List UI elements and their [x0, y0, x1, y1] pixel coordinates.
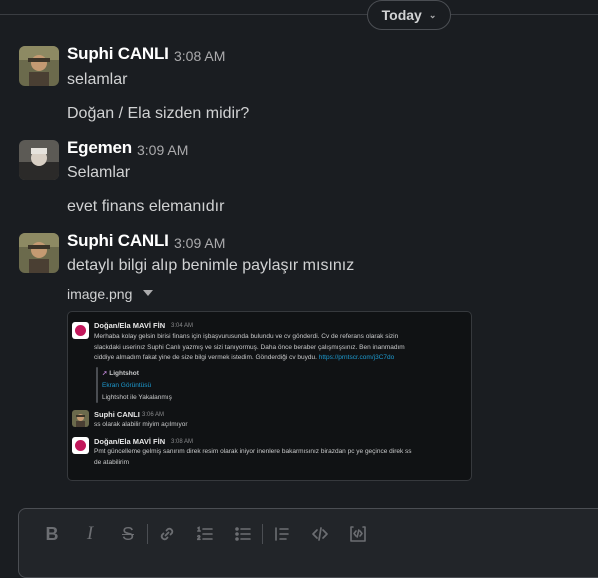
avatar — [72, 437, 89, 454]
code-icon[interactable] — [301, 523, 339, 545]
avatar — [72, 410, 89, 427]
italic-icon[interactable]: I — [71, 523, 109, 545]
caret-down-icon[interactable] — [143, 290, 153, 296]
preview-author: Doğan/Ela MAVİ FİN — [94, 321, 166, 330]
message-timestamp[interactable]: 3:08 AM — [174, 48, 225, 64]
avatar — [72, 322, 89, 339]
avatar[interactable] — [19, 46, 59, 86]
chevron-down-icon: ⌄ — [428, 10, 437, 20]
ordered-list-icon[interactable] — [186, 523, 224, 545]
message-author[interactable]: Suphi CANLI — [67, 231, 169, 251]
message-text: detaylı bilgi alıp benimle paylaşır mısı… — [67, 257, 355, 274]
feather-icon: ➚ — [102, 370, 108, 377]
preview-author: Suphi CANLI — [94, 410, 140, 419]
preview-author: Doğan/Ela MAVİ FİN — [94, 437, 166, 446]
preview-timestamp: 3:06 AM — [142, 412, 165, 418]
message-text: selamlar — [67, 71, 128, 88]
message-author[interactable]: Egemen — [67, 138, 132, 158]
message-timestamp[interactable]: 3:09 AM — [174, 235, 225, 251]
image-preview[interactable]: Doğan/Ela MAVİ FİN 3:04 AM Merhaba kolay… — [67, 311, 472, 481]
code-block-icon[interactable] — [339, 523, 377, 545]
date-divider-button[interactable]: Today ⌄ — [367, 0, 451, 30]
message-composer[interactable]: B I S — [18, 508, 598, 578]
message-text: Selamlar — [67, 164, 131, 181]
message-text: Doğan / Ela sizden midir? — [67, 105, 250, 122]
strikethrough-icon[interactable]: S — [109, 523, 147, 545]
avatar[interactable] — [19, 140, 59, 180]
message-text: evet finans elemanıdır — [67, 198, 225, 215]
preview-attachment-link: Ekran Görüntüsü — [102, 382, 152, 389]
formatting-toolbar: B I S — [33, 523, 377, 545]
message-author[interactable]: Suphi CANLI — [67, 44, 169, 64]
preview-text: Merhaba kolay gelsin birisi finans için … — [94, 333, 405, 362]
message-timestamp[interactable]: 3:09 AM — [137, 142, 188, 158]
date-divider-label: Today — [381, 7, 422, 23]
preview-timestamp: 3:08 AM — [171, 439, 194, 445]
preview-attachment-title: ➚ Lightshot — [102, 370, 139, 377]
link-icon[interactable] — [148, 523, 186, 545]
preview-text: ss olarak alabilir miyim açılmıyor — [94, 421, 188, 428]
blockquote-icon[interactable] — [263, 523, 301, 545]
attachment-file-name[interactable]: image.png — [67, 286, 132, 302]
bold-icon[interactable]: B — [33, 523, 71, 545]
preview-text: Pmt güncelleme gelmiş sanırım direk resi… — [94, 448, 412, 466]
preview-timestamp: 3:04 AM — [171, 323, 194, 329]
preview-link: https://prntscr.com/j3C7do — [318, 354, 395, 362]
attachment-bar — [96, 367, 98, 403]
preview-attachment-footer: Lightshot ile Yakalanmış — [102, 394, 172, 401]
avatar[interactable] — [19, 233, 59, 273]
date-divider-line — [0, 14, 598, 15]
bulleted-list-icon[interactable] — [224, 523, 262, 545]
